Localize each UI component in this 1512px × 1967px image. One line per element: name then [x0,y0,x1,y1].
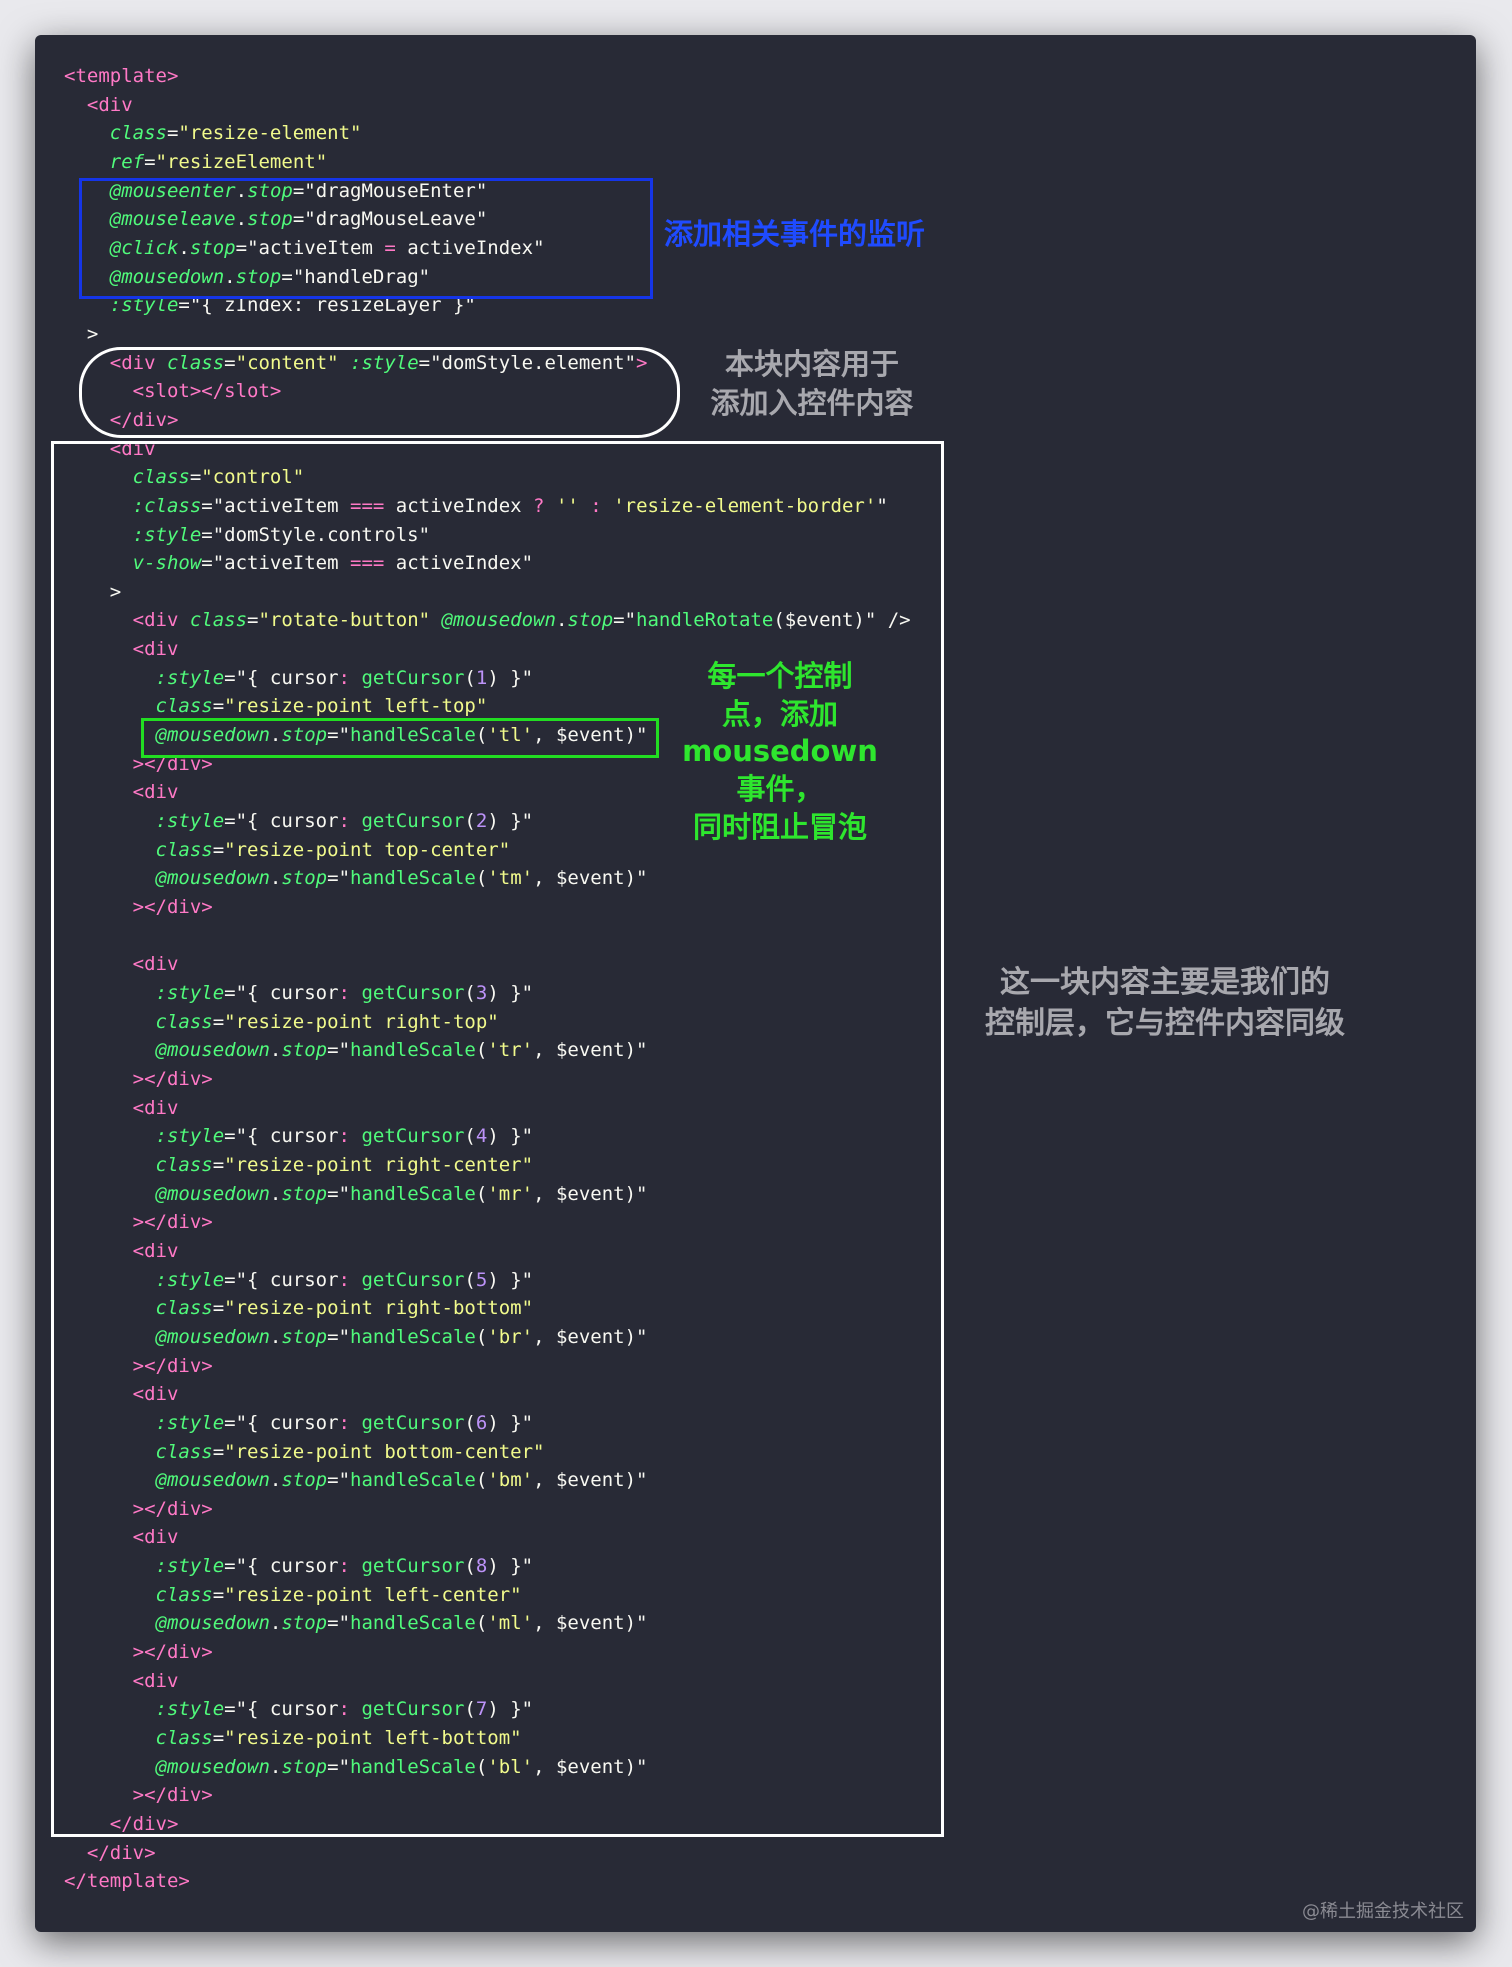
annotation-control-point: 每一个控制 点，添加 mousedown 事件， 同时阻止冒泡 [682,659,878,844]
code-line: <div [64,91,911,120]
watermark: @稀土掘金技术社区 [1302,1901,1464,1922]
code-token: <template> [64,65,179,87]
code-token: ref [109,150,145,173]
code-token: class [109,122,167,145]
highlight-box-mousedown [141,718,659,758]
code-token: </div> [86,1841,156,1864]
code-token: = [166,122,179,145]
code-token: "resize-element" [178,122,362,145]
code-line: </div> [64,1839,911,1868]
code-line: <template> [64,62,911,91]
highlight-box-content-slot [79,347,680,438]
annotation-content-block: 本块内容用于 添加入控件内容 [710,347,914,421]
highlight-box-event-listeners [79,178,653,299]
code-line: </template> [64,1867,911,1896]
code-token: "resizeElement" [155,150,328,173]
code-line: ref="resizeElement" [64,148,911,177]
code-token: > [64,322,99,345]
highlight-box-control-layer [51,441,944,1837]
code-line: class="resize-element" [64,119,911,148]
code-token: </template> [64,1870,190,1893]
annotation-event-listeners: 添加相关事件的监听 [664,217,926,251]
code-token: <div [86,93,133,116]
annotation-control-layer: 这一块内容主要是我们的 控制层，它与控件内容同级 [985,965,1345,1041]
code-token: = [144,150,156,173]
